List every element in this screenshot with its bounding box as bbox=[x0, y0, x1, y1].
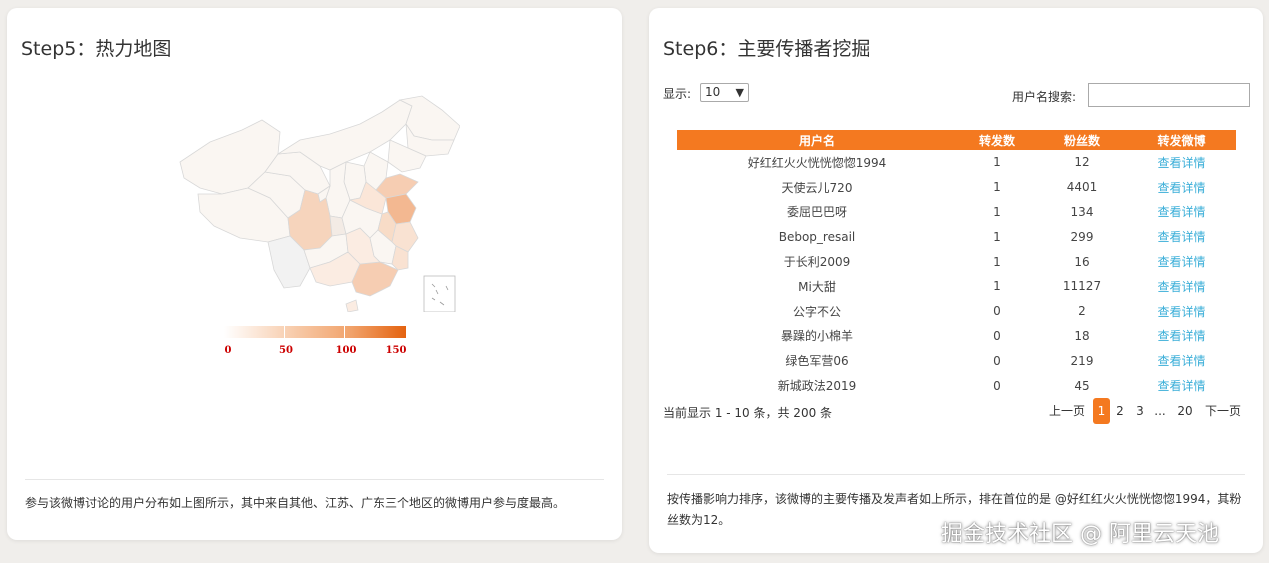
south-china-sea-inset bbox=[423, 275, 456, 313]
spreader-table: 用户名 转发数 粉丝数 转发微博 好红红火火恍恍惚惚1994 1 12 查看详情 天使云… bbox=[677, 130, 1236, 398]
page-size-label: 显示: bbox=[663, 87, 692, 101]
cell-reposts: 1 bbox=[993, 279, 1001, 294]
table-row: 委屈巴巴呀 1 134 查看详情 bbox=[677, 200, 1236, 225]
page-size-select[interactable]: 10 ▼ bbox=[700, 83, 749, 102]
divider bbox=[667, 474, 1245, 475]
cell-username: Mi大甜 bbox=[798, 279, 836, 294]
cell-fans: 45 bbox=[1074, 378, 1090, 393]
table-info: 当前显示 1 - 10 条，共 200 条 bbox=[663, 406, 833, 420]
cell-username: 于长利2009 bbox=[783, 255, 851, 270]
cell-reposts: 1 bbox=[993, 204, 1001, 219]
view-details-link[interactable]: 查看详情 bbox=[1157, 354, 1205, 368]
table-row: 好红红火火恍恍惚惚1994 1 12 查看详情 bbox=[677, 150, 1236, 175]
cell-reposts: 0 bbox=[993, 378, 1001, 393]
view-details-link[interactable]: 查看详情 bbox=[1157, 156, 1205, 170]
column-header-fans[interactable]: 粉丝数 bbox=[1037, 130, 1127, 150]
cell-reposts: 0 bbox=[993, 304, 1001, 319]
cell-reposts: 1 bbox=[993, 155, 1001, 170]
region-hainan bbox=[345, 299, 359, 313]
username-search-input[interactable] bbox=[1088, 83, 1250, 107]
divider bbox=[25, 479, 604, 480]
table-row: 暴躁的小棉羊 0 18 查看详情 bbox=[677, 324, 1236, 349]
table-row: Bebop_resail 1 299 查看详情 bbox=[677, 224, 1236, 249]
heatmap-card: Step5：热力地图 0 50 100 150 参与该微博讨论的用户分布如上图所… bbox=[7, 8, 622, 540]
table-header-row: 用户名 转发数 粉丝数 转发微博 bbox=[677, 130, 1236, 150]
cell-reposts: 0 bbox=[993, 328, 1001, 343]
cell-username: 公字不公 bbox=[792, 304, 841, 319]
cell-fans: 2 bbox=[1078, 304, 1086, 319]
column-header-reposts[interactable]: 转发数 bbox=[957, 130, 1037, 150]
table-row: 新城政法2019 0 45 查看详情 bbox=[677, 373, 1236, 398]
legend-label-0: 0 bbox=[224, 345, 232, 356]
heatmap-legend-bar[interactable] bbox=[224, 326, 406, 338]
heatmap-title: Step5：热力地图 bbox=[21, 38, 172, 60]
page-button-1[interactable]: 1 bbox=[1093, 398, 1110, 424]
page-button-3[interactable]: 3 bbox=[1132, 398, 1148, 424]
cell-username: Bebop_resail bbox=[778, 229, 856, 244]
cell-detail: 查看详情 bbox=[1127, 200, 1236, 225]
view-details-link[interactable]: 查看详情 bbox=[1157, 280, 1205, 294]
cell-username: 暴躁的小棉羊 bbox=[780, 329, 853, 344]
cell-username: 委屈巴巴呀 bbox=[786, 205, 847, 220]
table-row: 天使云儿720 1 4401 查看详情 bbox=[677, 175, 1236, 200]
view-details-link[interactable]: 查看详情 bbox=[1157, 329, 1205, 343]
view-details-link[interactable]: 查看详情 bbox=[1157, 305, 1205, 319]
legend-label-100: 100 bbox=[335, 345, 357, 356]
cell-username: 天使云儿720 bbox=[781, 180, 853, 195]
region-guangdong bbox=[351, 261, 399, 297]
heatmap-description: 参与该微博讨论的用户分布如上图所示，其中来自其他、江苏、广东三个地区的微博用户参… bbox=[25, 496, 566, 510]
chevron-down-icon: ▼ bbox=[735, 86, 744, 99]
table-row: 绿色军营06 0 219 查看详情 bbox=[677, 348, 1236, 373]
cell-reposts: 1 bbox=[993, 180, 1001, 195]
column-header-username[interactable]: 用户名 bbox=[677, 130, 957, 150]
cell-fans: 299 bbox=[1070, 229, 1094, 244]
watermark: 掘金技术社区 @ 阿里云天池 bbox=[941, 522, 1219, 547]
cell-username: 好红红火火恍恍惚惚1994 bbox=[747, 155, 887, 170]
cell-detail: 查看详情 bbox=[1127, 373, 1236, 398]
cell-fans: 11127 bbox=[1062, 279, 1102, 294]
cell-detail: 查看详情 bbox=[1127, 324, 1236, 349]
cell-detail: 查看详情 bbox=[1127, 249, 1236, 274]
cell-reposts: 1 bbox=[993, 229, 1001, 244]
cell-fans: 219 bbox=[1070, 353, 1094, 368]
table-row: Mi大甜 1 11127 查看详情 bbox=[677, 274, 1236, 299]
cell-fans: 134 bbox=[1070, 204, 1094, 219]
prev-page-button[interactable]: 上一页 bbox=[1047, 398, 1087, 424]
next-page-button[interactable]: 下一页 bbox=[1202, 398, 1244, 424]
view-details-link[interactable]: 查看详情 bbox=[1157, 255, 1205, 269]
cell-reposts: 1 bbox=[993, 254, 1001, 269]
view-details-link[interactable]: 查看详情 bbox=[1157, 379, 1205, 393]
cell-fans: 4401 bbox=[1066, 180, 1098, 195]
cell-detail: 查看详情 bbox=[1127, 274, 1236, 299]
view-details-link[interactable]: 查看详情 bbox=[1157, 205, 1205, 219]
cell-detail: 查看详情 bbox=[1127, 150, 1236, 175]
table-row: 于长利2009 1 16 查看详情 bbox=[677, 249, 1236, 274]
cell-detail: 查看详情 bbox=[1127, 224, 1236, 249]
cell-username: 新城政法2019 bbox=[777, 379, 857, 394]
view-details-link[interactable]: 查看详情 bbox=[1157, 181, 1205, 195]
legend-label-50: 50 bbox=[279, 345, 293, 356]
search-label: 用户名搜索: bbox=[1012, 90, 1077, 104]
cell-fans: 18 bbox=[1074, 328, 1090, 343]
page-ellipsis: ... bbox=[1154, 404, 1166, 418]
legend-label-150: 150 bbox=[385, 345, 407, 356]
spreader-card: Step6：主要传播者挖掘 显示: 10 ▼ 用户名搜索: 用户名 转发数 粉丝… bbox=[649, 8, 1263, 553]
cell-fans: 16 bbox=[1074, 254, 1090, 269]
cell-detail: 查看详情 bbox=[1127, 175, 1236, 200]
cell-username: 绿色军营06 bbox=[785, 354, 849, 369]
spreader-title: Step6：主要传播者挖掘 bbox=[663, 38, 871, 60]
cell-reposts: 0 bbox=[993, 353, 1001, 368]
table-row: 公字不公 0 2 查看详情 bbox=[677, 299, 1236, 324]
cell-detail: 查看详情 bbox=[1127, 348, 1236, 373]
china-heatmap[interactable] bbox=[170, 90, 461, 313]
page-button-20[interactable]: 20 bbox=[1174, 398, 1196, 424]
column-header-repost-weibo[interactable]: 转发微博 bbox=[1127, 130, 1236, 150]
cell-detail: 查看详情 bbox=[1127, 299, 1236, 324]
page-button-2[interactable]: 2 bbox=[1112, 398, 1128, 424]
view-details-link[interactable]: 查看详情 bbox=[1157, 230, 1205, 244]
cell-fans: 12 bbox=[1074, 155, 1090, 170]
